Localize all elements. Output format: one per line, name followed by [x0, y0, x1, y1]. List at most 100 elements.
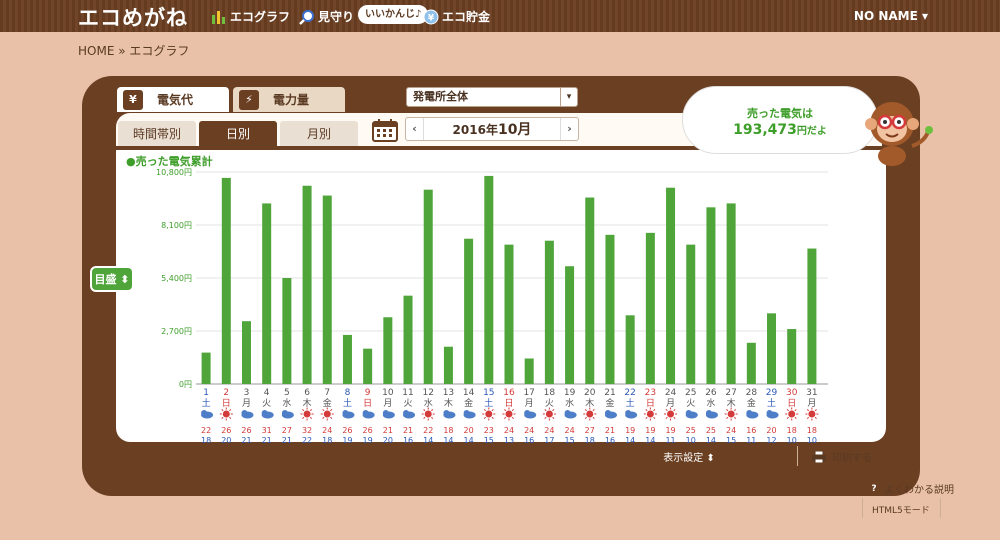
high-temp-label: 26 [241, 426, 251, 435]
sun-ray [309, 409, 313, 412]
tab-electricity-cost[interactable]: ¥ 電気代 [117, 87, 229, 112]
x-tick-label: 28 [746, 388, 758, 398]
low-temp-label: 19 [342, 436, 352, 445]
high-temp-label: 26 [363, 426, 373, 435]
bar [544, 240, 554, 384]
cloud-puff [766, 410, 773, 416]
low-temp-label: 14 [464, 436, 474, 445]
bar [585, 197, 595, 384]
nav-eco-savings[interactable]: ¥ エコ貯金 [423, 8, 490, 25]
calendar-icon[interactable] [371, 118, 399, 142]
bar [706, 207, 716, 384]
bar [383, 317, 393, 384]
divider [797, 446, 798, 466]
bar [686, 244, 696, 384]
bar [787, 329, 797, 384]
html5-mode-link[interactable]: HTML5モード [872, 503, 930, 516]
nav-ecograph[interactable]: エコグラフ [211, 8, 290, 25]
high-temp-label: 24 [564, 426, 574, 435]
tab-monthly[interactable]: 月別 [280, 121, 358, 146]
x-tick-label: 25 [685, 388, 696, 398]
bar [726, 203, 736, 384]
sun-icon [788, 410, 796, 418]
low-temp-label: 15 [564, 436, 574, 445]
brand-logo[interactable]: エコめがね [78, 2, 188, 32]
breadcrumb-home[interactable]: HOME [78, 44, 114, 58]
weekday-label: 日 [787, 398, 796, 409]
next-month-button[interactable]: › [560, 118, 578, 140]
svg-text:¥: ¥ [428, 13, 435, 23]
top-bar: エコめがね エコグラフ 見守り いいかんじ♪ ¥ エコ貯金 NO NAME ▾ [0, 0, 1000, 32]
high-temp-label: 20 [766, 426, 776, 435]
weekday-label: 木 [585, 397, 594, 409]
sun-ray [504, 409, 507, 412]
bar [201, 352, 211, 384]
bar [666, 187, 676, 384]
sun-ray [665, 416, 668, 419]
tab-daily[interactable]: 日別 [199, 121, 277, 146]
sold-label: 売った電気は [747, 107, 813, 120]
sun-icon [485, 410, 493, 418]
plant-select[interactable]: 発電所全体 ▾ [406, 87, 578, 107]
low-temp-label: 19 [363, 436, 373, 445]
sun-ray [806, 409, 810, 412]
cloud-puff [705, 410, 712, 416]
month-label-month: 10月 [497, 122, 532, 138]
high-temp-label: 16 [746, 426, 756, 435]
bar [807, 248, 817, 384]
sun-icon [586, 410, 594, 418]
sun-ray [483, 409, 486, 412]
sun-ray [483, 416, 486, 419]
breadcrumb: HOME » エコグラフ [78, 42, 189, 59]
sun-ray [653, 416, 656, 419]
x-tick-label: 15 [483, 388, 494, 398]
cloud-puff [403, 410, 410, 416]
nav-mimamori-label: 見守り [318, 10, 355, 24]
tab-power-amount[interactable]: ⚡ 電力量 [233, 87, 345, 112]
low-temp-label: 18 [201, 436, 211, 445]
sun-ray [302, 416, 305, 419]
high-temp-label: 18 [807, 426, 817, 435]
cloud-puff [342, 410, 349, 416]
high-temp-label: 26 [342, 426, 352, 435]
sun-ray [221, 416, 224, 419]
print-button[interactable]: 印刷する [812, 449, 872, 464]
tab-hourly[interactable]: 時間帯別 [118, 121, 196, 146]
speech-bubble: いいかんじ♪ [358, 5, 429, 24]
sun-ray [431, 416, 434, 419]
bar-chart-icon [212, 10, 225, 24]
x-tick-label: 18 [544, 388, 556, 398]
user-menu[interactable]: NO NAME ▾ [854, 9, 928, 23]
high-temp-label: 19 [665, 426, 675, 435]
y-tick-label: 8,100円 [161, 221, 192, 230]
high-temp-label: 19 [645, 426, 655, 435]
x-tick-label: 2 [223, 388, 229, 398]
prev-month-button[interactable]: ‹ [406, 118, 424, 140]
magnifier-icon [299, 9, 314, 25]
display-settings-button[interactable]: 表示設定 ⬍ [659, 448, 719, 465]
bar [645, 232, 655, 384]
weekday-label: 水 [706, 397, 715, 409]
weekday-label: 金 [605, 397, 614, 409]
weekday-label: 金 [323, 397, 332, 409]
nav-mimamori[interactable]: 見守り [299, 8, 354, 25]
low-temp-label: 12 [766, 436, 776, 445]
weekday-label: 木 [303, 397, 312, 409]
weekday-label: 土 [626, 397, 635, 409]
bar [605, 234, 615, 384]
bar [767, 313, 777, 384]
weekday-label: 木 [727, 397, 736, 409]
low-temp-label: 16 [403, 436, 413, 445]
sun-ray [733, 409, 737, 412]
sun-icon [222, 410, 230, 418]
help-link[interactable]: ? よくわかる説明 [868, 481, 954, 496]
help-label: よくわかる説明 [884, 485, 954, 496]
printer-icon [812, 450, 826, 463]
weekday-label: 水 [282, 397, 291, 409]
bar [363, 348, 373, 384]
weekday-label: 日 [363, 398, 372, 409]
breadcrumb-separator: » [118, 44, 126, 58]
high-temp-label: 19 [625, 426, 635, 435]
bar [322, 195, 332, 384]
bar [241, 321, 251, 384]
